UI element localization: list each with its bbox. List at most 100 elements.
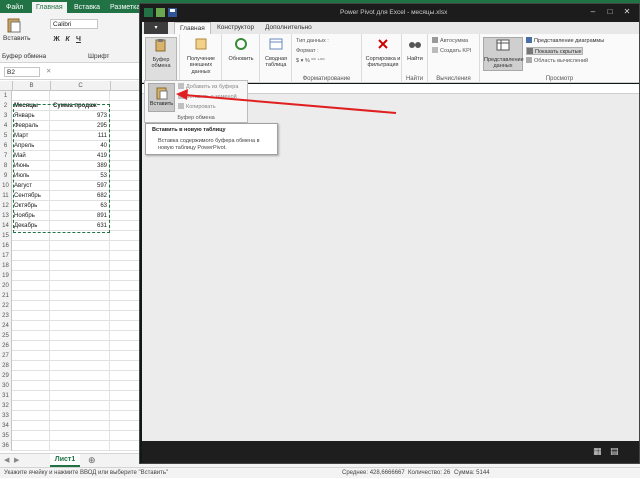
cell-sales[interactable]: 973	[51, 111, 110, 121]
cell-empty[interactable]	[111, 431, 140, 441]
cell-empty[interactable]	[111, 111, 140, 121]
cell-sales[interactable]	[51, 351, 110, 361]
paste-menu-button[interactable]: Вставить	[148, 83, 175, 112]
cell-month[interactable]	[13, 411, 50, 421]
cell-month[interactable]	[13, 251, 50, 261]
row-header[interactable]: 3	[0, 111, 12, 121]
table-row[interactable]: 20	[0, 281, 140, 291]
pivot-table-button[interactable]: Сводная таблица	[262, 37, 290, 69]
create-kpi-button[interactable]: Создать KPI	[432, 47, 471, 55]
cell-sales[interactable]: 597	[51, 181, 110, 191]
cell-empty[interactable]	[111, 271, 140, 281]
diagram-view-icon[interactable]: ▤	[610, 446, 622, 457]
cell-empty[interactable]	[111, 291, 140, 301]
cell-month[interactable]: Июнь	[13, 161, 50, 171]
tab-home[interactable]: Главная	[32, 2, 67, 13]
cell-month[interactable]: Май	[13, 151, 50, 161]
clipboard-button[interactable]: Буфер обмена	[145, 37, 177, 81]
cell-sales[interactable]	[51, 261, 110, 271]
cell-sales[interactable]	[51, 371, 110, 381]
table-row[interactable]: 4 Февраль 295	[0, 121, 140, 131]
cell-month[interactable]	[13, 291, 50, 301]
paste-replace-item[interactable]: Вставить с заменой	[178, 93, 237, 101]
cell-month[interactable]: Январь	[13, 111, 50, 121]
tab-advanced[interactable]: Дополнительно	[260, 22, 317, 34]
name-box[interactable]: B2	[4, 67, 40, 77]
cell-sales[interactable]	[51, 271, 110, 281]
add-sheet-icon[interactable]: ⊕	[88, 455, 96, 466]
table-row[interactable]: 10 Август 597	[0, 181, 140, 191]
row-header[interactable]: 29	[0, 371, 12, 381]
row-header[interactable]: 12	[0, 201, 12, 211]
cell-empty[interactable]	[111, 151, 140, 161]
cell-empty[interactable]	[111, 181, 140, 191]
row-header[interactable]: 14	[0, 221, 12, 231]
get-external-data-button[interactable]: Получение внешних данных	[182, 37, 220, 75]
cell-empty[interactable]	[111, 131, 140, 141]
row-header[interactable]: 16	[0, 241, 12, 251]
table-row[interactable]: 33	[0, 411, 140, 421]
row-header[interactable]: 28	[0, 361, 12, 371]
cell-sales[interactable]	[51, 291, 110, 301]
cell-empty[interactable]	[111, 211, 140, 221]
data-view-button[interactable]: Представление данных	[483, 37, 524, 71]
row-header[interactable]: 15	[0, 231, 12, 241]
cell-month[interactable]: Сентябрь	[13, 191, 50, 201]
cell-empty[interactable]	[111, 141, 140, 151]
table-row[interactable]: 8 Июнь 389	[0, 161, 140, 171]
cell-month[interactable]: Ноябрь	[13, 211, 50, 221]
cell-empty[interactable]	[111, 281, 140, 291]
table-row[interactable]: 15	[0, 231, 140, 241]
sheet-tab-list1[interactable]: Лист1	[50, 454, 80, 467]
row-header[interactable]: 7	[0, 151, 12, 161]
table-row[interactable]: 3 Январь 973	[0, 111, 140, 121]
cell-sales[interactable]	[51, 331, 110, 341]
row-header[interactable]: 10	[0, 181, 12, 191]
cell-empty[interactable]	[111, 221, 140, 231]
select-all[interactable]	[0, 81, 13, 91]
cell-month[interactable]	[13, 261, 50, 271]
tab-home[interactable]: Главная	[174, 22, 211, 34]
row-header[interactable]: 23	[0, 311, 12, 321]
file-menu-button[interactable]: ▾	[144, 22, 168, 34]
cell-empty[interactable]	[111, 251, 140, 261]
cell-sales[interactable]: 419	[51, 151, 110, 161]
cell-month[interactable]	[13, 301, 50, 311]
table-row[interactable]: 26	[0, 341, 140, 351]
cell-empty[interactable]	[111, 401, 140, 411]
cell-month[interactable]	[13, 91, 50, 101]
cell-empty[interactable]	[111, 441, 140, 451]
row-header[interactable]: 11	[0, 191, 12, 201]
cell-empty[interactable]	[111, 261, 140, 271]
cell-sales[interactable]	[51, 361, 110, 371]
cell-empty[interactable]	[111, 381, 140, 391]
table-row[interactable]: 12 Октябрь 63	[0, 201, 140, 211]
cell-empty[interactable]	[111, 361, 140, 371]
cell-empty[interactable]	[111, 101, 140, 111]
cell-month[interactable]	[13, 361, 50, 371]
row-header[interactable]: 20	[0, 281, 12, 291]
cell-month[interactable]	[13, 421, 50, 431]
cell-month[interactable]	[13, 351, 50, 361]
cell-month[interactable]	[13, 241, 50, 251]
row-header[interactable]: 21	[0, 291, 12, 301]
cell-empty[interactable]	[111, 321, 140, 331]
table-row[interactable]: 19	[0, 271, 140, 281]
row-header[interactable]: 33	[0, 411, 12, 421]
save-icon[interactable]	[168, 8, 177, 17]
table-row[interactable]: 25	[0, 331, 140, 341]
row-header[interactable]: 31	[0, 391, 12, 401]
table-row[interactable]: 21	[0, 291, 140, 301]
show-hidden-button[interactable]: Показать скрытые	[526, 47, 583, 55]
cell-month[interactable]	[13, 381, 50, 391]
cell-sales[interactable]	[51, 321, 110, 331]
cell-empty[interactable]	[111, 371, 140, 381]
cell-sales[interactable]	[51, 241, 110, 251]
cell-month[interactable]	[13, 321, 50, 331]
add-from-clipboard-item[interactable]: Добавить из буфера	[178, 83, 238, 91]
table-row[interactable]: 34	[0, 421, 140, 431]
column-header-d[interactable]	[111, 81, 140, 91]
cell-month[interactable]: Август	[13, 181, 50, 191]
cell-empty[interactable]	[111, 421, 140, 431]
cell-month[interactable]	[13, 331, 50, 341]
